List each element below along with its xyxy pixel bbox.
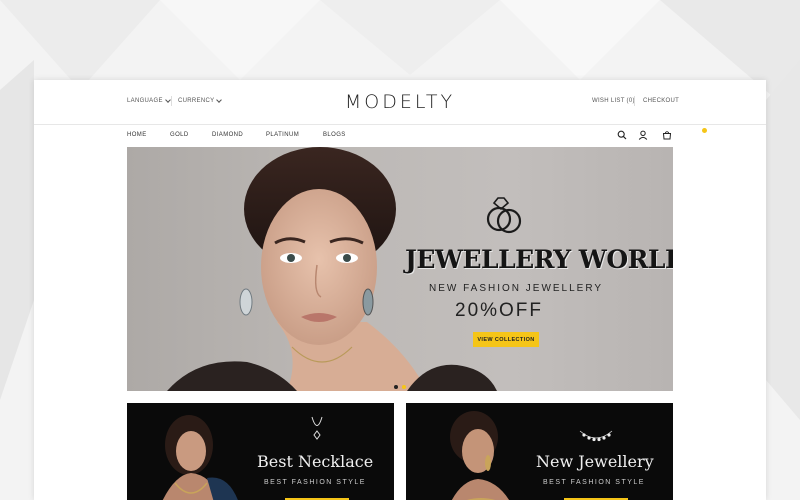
necklace-icon xyxy=(311,416,323,440)
view-collection-button[interactable]: VIEW COLLECTION xyxy=(473,332,539,347)
hero-title: JEWELLERY WORLD xyxy=(405,245,673,274)
wishlist-link[interactable]: WISH LIST (0) xyxy=(592,98,635,104)
banner-best-necklace[interactable]: Best Necklace BEST FASHION STYLE xyxy=(127,403,394,500)
slider-dot[interactable] xyxy=(394,385,398,389)
nav-item-platinum[interactable]: PLATINUM xyxy=(266,132,299,138)
user-icon[interactable] xyxy=(638,130,648,140)
search-icon[interactable] xyxy=(617,130,627,140)
store-page: LANGUAGE CURRENCY MODELTY WISH LIST (0) … xyxy=(34,80,766,500)
banner-new-jewellery[interactable]: New Jewellery BEST FASHION STYLE xyxy=(406,403,673,500)
hero-offer: 20%OFF xyxy=(455,300,544,321)
banner-title: New Jewellery xyxy=(536,452,654,471)
cart-icon[interactable] xyxy=(662,130,672,140)
nav-item-gold[interactable]: GOLD xyxy=(170,132,189,138)
hero-slider[interactable]: JEWELLERY WORLD NEW FASHION JEWELLERY 20… xyxy=(127,147,673,391)
banner-subtitle: BEST FASHION STYLE xyxy=(264,479,366,486)
slider-pagination xyxy=(394,385,406,389)
divider xyxy=(634,96,635,106)
top-bar: LANGUAGE CURRENCY MODELTY WISH LIST (0) … xyxy=(34,80,766,125)
hero-subtitle: NEW FASHION JEWELLERY xyxy=(429,283,604,294)
slider-dot-active[interactable] xyxy=(402,385,406,389)
main-nav: HOME GOLD DIAMOND PLATINUM BLOGS xyxy=(34,125,766,147)
banner-subtitle: BEST FASHION STYLE xyxy=(543,479,645,486)
rings-icon xyxy=(486,197,522,234)
checkout-link[interactable]: CHECKOUT xyxy=(643,98,679,104)
banner-title: Best Necklace xyxy=(257,452,374,471)
pearl-necklace-icon xyxy=(579,430,613,442)
nav-item-blogs[interactable]: BLOGS xyxy=(323,132,346,138)
nav-item-diamond[interactable]: DIAMOND xyxy=(212,132,243,138)
cart-count-badge xyxy=(702,128,707,133)
nav-item-home[interactable]: HOME xyxy=(127,132,147,138)
